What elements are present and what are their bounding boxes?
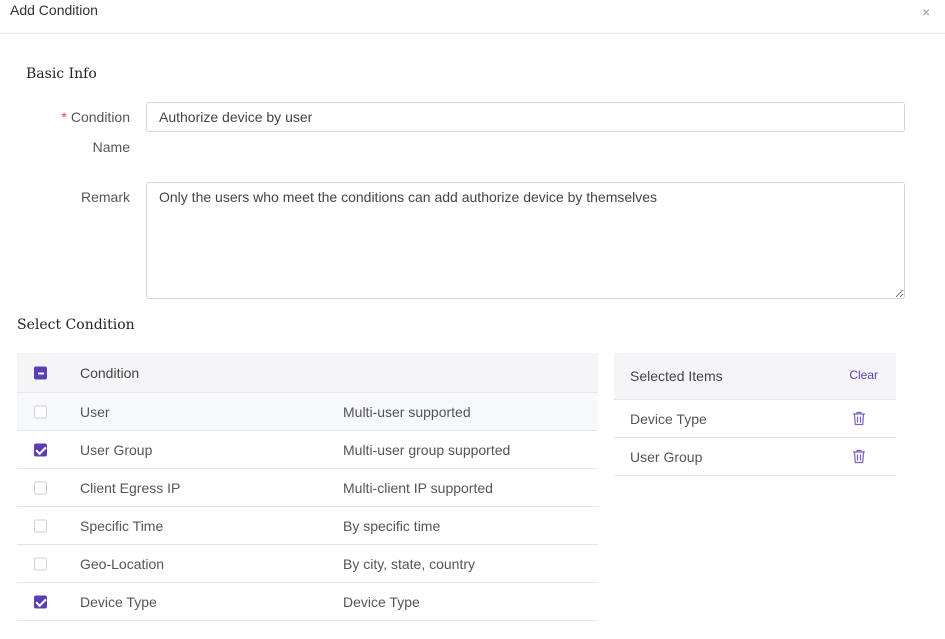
condition-description: Multi-user group supported [343,441,511,458]
dialog-title: Add Condition [10,2,98,18]
remark-label: Remark [80,189,130,205]
basic-info-title: Basic Info [26,66,97,82]
condition-row[interactable]: Specific Time By specific time [17,507,598,545]
condition-table-header: Condition [17,353,598,393]
condition-name: Client Egress IP [80,479,181,496]
condition-description: Device Type [343,593,420,610]
condition-name: Geo-Location [80,555,165,572]
condition-description: By specific time [343,517,441,534]
remark-textarea[interactable]: Only the users who meet the conditions c… [146,182,905,299]
row-checkbox[interactable] [34,443,47,456]
condition-name: User Group [80,441,153,458]
condition-row[interactable]: Geo-Location By city, state, country [17,545,598,583]
required-mark: * [61,109,67,125]
row-checkbox[interactable] [34,519,47,532]
condition-description: Multi-client IP supported [343,479,493,496]
condition-name-label: * Condition [0,102,130,132]
trash-icon[interactable] [852,449,866,464]
selected-item-row: User Group [614,438,896,476]
close-icon[interactable]: × [922,4,930,20]
row-checkbox[interactable] [34,481,47,494]
selected-item-row: Device Type [614,400,896,438]
condition-name-input[interactable] [146,102,905,132]
condition-name: Specific Time [80,517,164,534]
condition-description: By city, state, country [343,555,476,572]
selected-items-header: Selected Items Clear [614,353,896,400]
selected-item-name: Device Type [630,411,707,427]
condition-table: Condition User Multi-user supported User G… [17,353,598,621]
row-checkbox[interactable] [34,557,47,570]
condition-name: User [80,403,110,420]
condition-name-label-line2: Name [92,139,130,155]
row-checkbox[interactable] [34,595,47,608]
selected-items-title: Selected Items [630,368,723,384]
condition-row[interactable]: User Multi-user supported [17,393,598,431]
clear-button[interactable]: Clear [849,368,878,382]
condition-name: Device Type [80,593,157,610]
selected-items-panel: Selected Items Clear Device Type User Gro… [614,353,896,476]
condition-description: Multi-user supported [343,403,471,420]
condition-row[interactable]: User Group Multi-user group supported [17,431,598,469]
select-all-checkbox[interactable] [34,366,47,379]
condition-header-label: Condition [80,364,140,381]
condition-row[interactable]: Device Type Device Type [17,583,598,621]
selected-item-name: User Group [630,449,703,465]
condition-row[interactable]: Client Egress IP Multi-client IP supporte… [17,469,598,507]
trash-icon[interactable] [852,411,866,426]
select-condition-title: Select Condition [17,317,135,333]
dialog-header: Add Condition × [0,0,945,34]
row-checkbox[interactable] [34,405,47,418]
condition-name-label-line1: Condition [70,109,130,125]
